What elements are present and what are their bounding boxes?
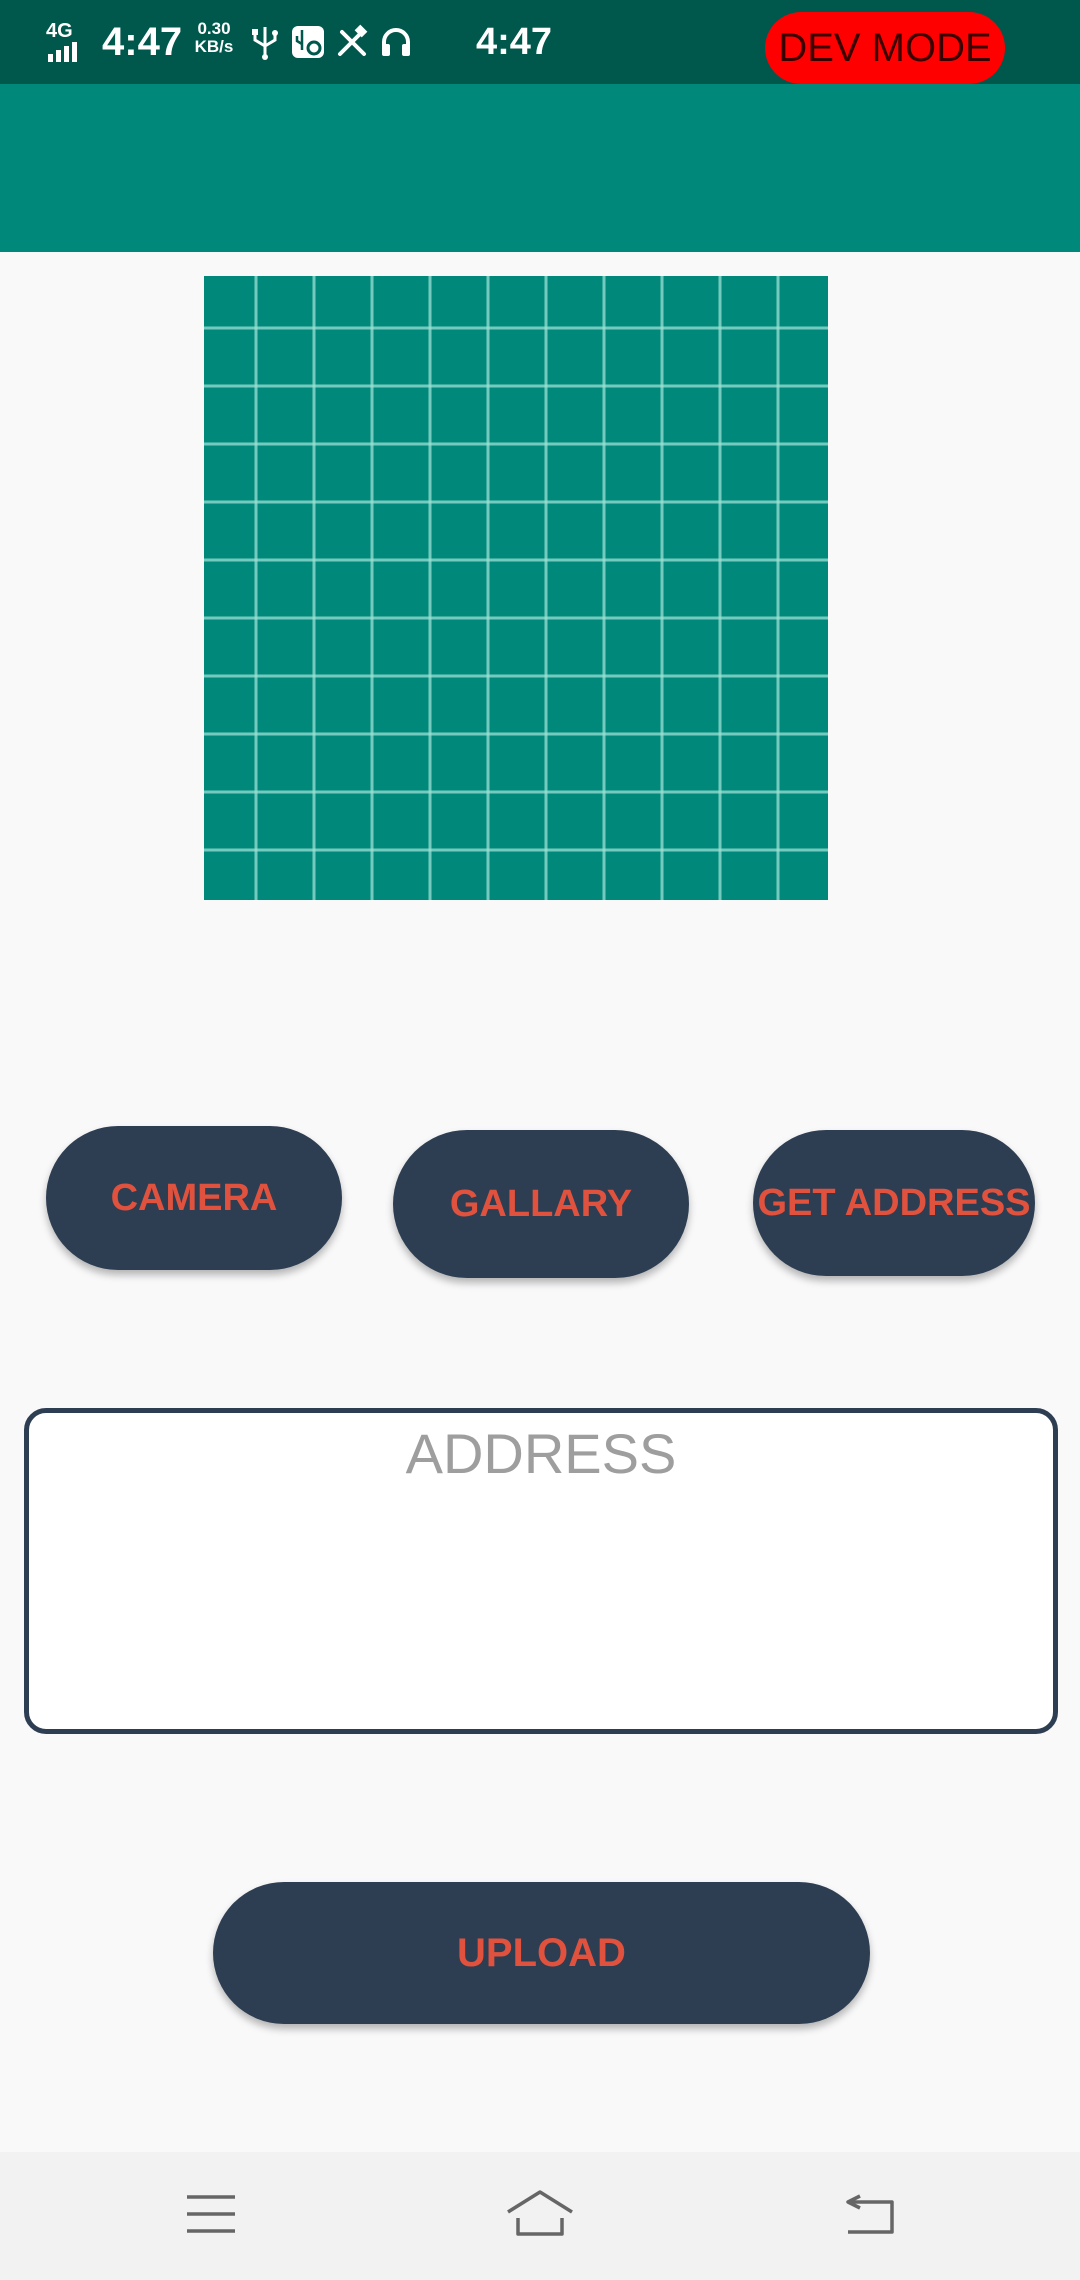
- home-icon[interactable]: [504, 2182, 576, 2246]
- navigation-bar: [0, 2152, 1080, 2280]
- tools-icon: [334, 22, 374, 62]
- signal-icon: 4G: [46, 20, 92, 64]
- camera-button[interactable]: CAMERA: [46, 1126, 342, 1270]
- back-icon[interactable]: [834, 2182, 906, 2246]
- status-time-center: 4:47: [476, 20, 553, 63]
- address-input[interactable]: [29, 1413, 1053, 1729]
- usb-settings-icon: [290, 22, 330, 62]
- speed-unit: KB/s: [194, 37, 234, 56]
- network-type: 4G: [46, 20, 73, 42]
- menu-icon[interactable]: [175, 2182, 247, 2246]
- dev-mode-badge: DEV MODE: [765, 12, 1005, 84]
- speed-value: 0.30: [197, 19, 231, 38]
- status-time: 4:47: [102, 19, 183, 64]
- gallery-button[interactable]: GALLARY: [393, 1130, 689, 1278]
- upload-button[interactable]: UPLOAD: [213, 1882, 870, 2024]
- app-bar: [0, 84, 1080, 252]
- usb-icon: [248, 22, 288, 62]
- address-field-container: [24, 1408, 1058, 1734]
- network-speed: 0.30 KB/s: [190, 20, 238, 56]
- status-bar: 4G 4:47 0.30 KB/s 4:47 DEV MODE: [0, 0, 1080, 84]
- get-address-button[interactable]: GET ADDRESS: [753, 1130, 1035, 1276]
- grid-placeholder-image: [204, 276, 828, 900]
- image-preview: [204, 276, 828, 900]
- headphones-icon: [378, 22, 418, 62]
